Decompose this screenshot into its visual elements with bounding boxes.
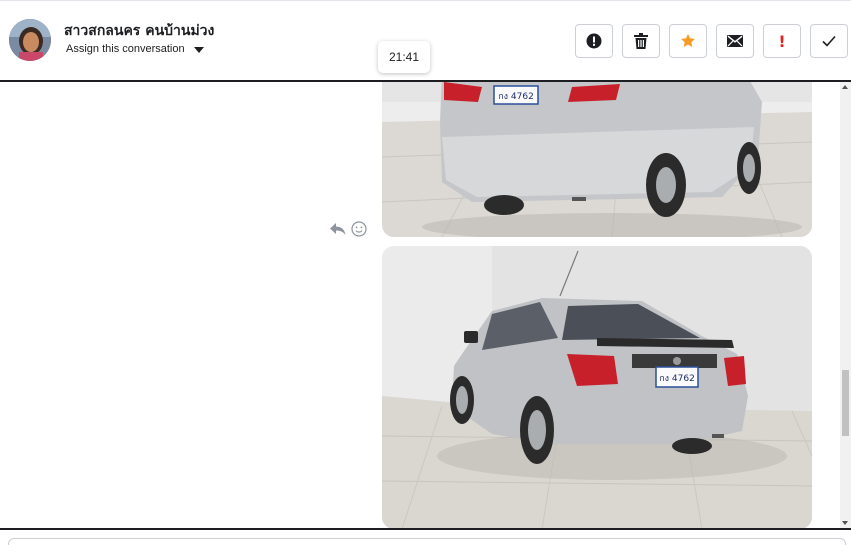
contact-name: สาวสกลนคร คนบ้านม่วง <box>64 23 215 39</box>
message-composer[interactable] <box>8 538 846 545</box>
message-thread: กง 4762 กง 4762 <box>0 82 851 528</box>
done-button[interactable] <box>810 24 848 58</box>
exclamation-icon: ! <box>778 31 786 51</box>
scroll-up-icon[interactable] <box>842 85 848 89</box>
reply-icon[interactable] <box>330 222 346 236</box>
car-photo-attachment[interactable]: กง 4762 <box>382 246 812 528</box>
alert-circle-icon <box>586 33 602 49</box>
spam-button[interactable] <box>575 24 613 58</box>
thread-scrollbar[interactable] <box>840 82 851 528</box>
car-photo-attachment[interactable]: กง 4762 <box>382 82 812 237</box>
avatar[interactable] <box>9 19 51 61</box>
svg-text:กง 4762: กง 4762 <box>659 374 695 384</box>
delete-button[interactable] <box>622 24 660 58</box>
assign-conversation-dropdown[interactable]: Assign this conversation <box>66 43 204 55</box>
scroll-thumb[interactable] <box>842 370 849 436</box>
important-button[interactable]: ! <box>763 24 801 58</box>
mark-unread-button[interactable] <box>716 24 754 58</box>
star-button[interactable] <box>669 24 707 58</box>
assign-label: Assign this conversation <box>66 43 185 55</box>
composer-divider <box>0 528 851 530</box>
smiley-icon[interactable] <box>351 221 367 237</box>
caret-down-icon <box>193 46 204 53</box>
action-toolbar: ! <box>575 24 848 58</box>
timestamp-tooltip: 21:41 <box>378 41 430 73</box>
trash-icon <box>634 33 648 49</box>
checkmark-icon <box>822 35 836 47</box>
star-icon <box>681 34 695 47</box>
conversation-window: สาวสกลนคร คนบ้านม่วง Assign this convers… <box>0 0 851 545</box>
svg-text:กง 4762: กง 4762 <box>498 92 534 102</box>
envelope-icon <box>727 35 743 47</box>
message-reactions <box>330 221 367 237</box>
scroll-down-icon[interactable] <box>842 521 848 525</box>
